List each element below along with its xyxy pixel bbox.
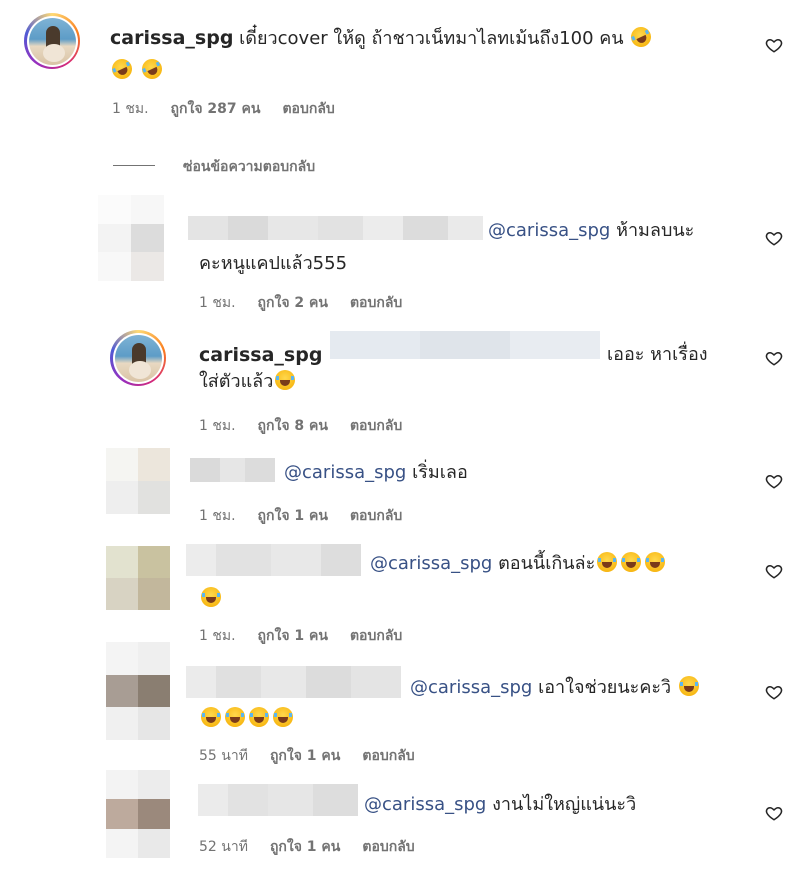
comment-username[interactable]: carissa_spg xyxy=(110,27,233,49)
joy-emoji-icon xyxy=(273,707,293,727)
joy-emoji-icon xyxy=(621,552,642,572)
comment-meta: 55 นาที ถูกใจ 1 คน ตอบกลับ xyxy=(199,745,437,767)
redacted-username xyxy=(186,544,361,576)
mention-link[interactable]: @carissa_spg xyxy=(410,677,532,698)
joy-emoji-icon xyxy=(201,587,221,607)
like-count[interactable]: ถูกใจ 1 คน xyxy=(270,836,340,858)
comment-time: 55 นาที xyxy=(199,748,248,764)
joy-emoji-icon xyxy=(275,370,296,390)
reply-button[interactable]: ตอบกลับ xyxy=(350,292,402,314)
joy-emoji-icon xyxy=(678,676,699,696)
reply-text-line2: คะหนูแคปแล้ว555 xyxy=(199,253,348,274)
reply-text: @carissa_spg เริ่มเลอ xyxy=(284,462,468,483)
joy-emoji-icon xyxy=(597,552,618,572)
rofl-emoji-icon xyxy=(108,55,136,83)
comment-meta: 1 ชม. ถูกใจ 1 คน ตอบกลับ xyxy=(199,625,424,647)
reply-text-line2: ใส่ตัวแล้ว xyxy=(199,366,297,398)
rofl-emoji-icon xyxy=(628,23,655,51)
reply-button[interactable]: ตอบกลับ xyxy=(350,505,402,527)
mention-link[interactable]: @carissa_spg xyxy=(364,794,486,815)
mention-link[interactable]: @carissa_spg xyxy=(488,220,610,241)
avatar[interactable] xyxy=(98,195,164,281)
avatar[interactable] xyxy=(106,546,170,610)
reply-text: @carissa_spg ตอนนี้เกินล่ะ xyxy=(370,548,667,580)
avatar[interactable] xyxy=(106,770,170,858)
emoji-line2 xyxy=(199,707,295,728)
reply-button[interactable]: ตอบกลับ xyxy=(350,415,402,437)
comment-time: 1 ชม. xyxy=(199,508,236,524)
hide-replies-button[interactable]: ซ่อนข้อความตอบกลับ xyxy=(183,156,315,178)
top-comment: carissa_spg เดี๋ยวcover ให้ดู ถ้าชาวเน็ท… xyxy=(108,22,730,87)
reply-text: @carissa_spg เอาใจช่วยนะคะวิ xyxy=(410,672,701,704)
like-count[interactable]: ถูกใจ 2 คน xyxy=(258,292,328,314)
avatar[interactable] xyxy=(106,642,170,740)
comment-meta: 1 ชม. ถูกใจ 1 คน ตอบกลับ xyxy=(199,505,424,527)
reply-button[interactable]: ตอบกลับ xyxy=(362,836,414,858)
joy-emoji-icon xyxy=(201,707,221,727)
like-count[interactable]: ถูกใจ 8 คน xyxy=(258,415,328,437)
comment-time: 1 ชม. xyxy=(199,418,236,434)
joy-emoji-icon xyxy=(645,552,666,572)
rofl-emoji-icon xyxy=(138,55,166,83)
redacted-username xyxy=(198,784,358,816)
divider-line xyxy=(113,165,155,166)
comment-username[interactable]: carissa_spg xyxy=(199,344,322,366)
heart-outline-icon[interactable] xyxy=(765,229,783,247)
heart-outline-icon[interactable] xyxy=(765,472,783,490)
like-count[interactable]: ถูกใจ 1 คน xyxy=(258,505,328,527)
like-count[interactable]: ถูกใจ 1 คน xyxy=(270,745,340,767)
like-count[interactable]: ถูกใจ 287 คน xyxy=(171,98,261,120)
joy-emoji-icon xyxy=(225,707,245,727)
like-count[interactable]: ถูกใจ 1 คน xyxy=(258,625,328,647)
avatar[interactable] xyxy=(24,13,80,69)
reply-button[interactable]: ตอบกลับ xyxy=(282,98,334,120)
reply-button[interactable]: ตอบกลับ xyxy=(362,745,414,767)
emoji-line2 xyxy=(199,587,223,608)
heart-outline-icon[interactable] xyxy=(765,804,783,822)
mention-link[interactable]: @carissa_spg xyxy=(284,462,406,483)
joy-emoji-icon xyxy=(249,707,269,727)
comment-meta: 1 ชม. ถูกใจ 8 คน ตอบกลับ xyxy=(199,415,424,437)
avatar[interactable] xyxy=(110,330,166,386)
comment-meta: 1 ชม. ถูกใจ 2 คน ตอบกลับ xyxy=(199,292,424,314)
comment-meta: 52 นาที ถูกใจ 1 คน ตอบกลับ xyxy=(199,836,437,858)
avatar[interactable] xyxy=(106,448,170,514)
heart-outline-icon[interactable] xyxy=(765,562,783,580)
comment-time: 52 นาที xyxy=(199,839,248,855)
reply-text-line1: เออะ หาเรื่อง xyxy=(607,344,708,365)
heart-outline-icon[interactable] xyxy=(765,349,783,367)
comment-time: 1 ชม. xyxy=(112,101,149,117)
mention-link[interactable]: @carissa_spg xyxy=(370,553,492,574)
comment-time: 1 ชม. xyxy=(199,628,236,644)
reply-text: @carissa_spg ห้ามลบนะ xyxy=(488,220,695,241)
comment-time: 1 ชม. xyxy=(199,295,236,311)
reply-text: @carissa_spg งานไม่ใหญ่แน่นะวิ xyxy=(364,794,637,815)
redacted-username xyxy=(190,458,275,482)
reply-button[interactable]: ตอบกลับ xyxy=(350,625,402,647)
redacted-username xyxy=(186,666,401,698)
comment-text: เดี๋ยวcover ให้ดู ถ้าชาวเน็ทมาไลทเม้นถึง… xyxy=(239,28,624,49)
heart-outline-icon[interactable] xyxy=(765,36,783,54)
redacted-username xyxy=(188,216,483,240)
comment-meta: 1 ชม. ถูกใจ 287 คน ตอบกลับ xyxy=(112,98,357,120)
heart-outline-icon[interactable] xyxy=(765,683,783,701)
redacted-mention xyxy=(330,331,600,359)
